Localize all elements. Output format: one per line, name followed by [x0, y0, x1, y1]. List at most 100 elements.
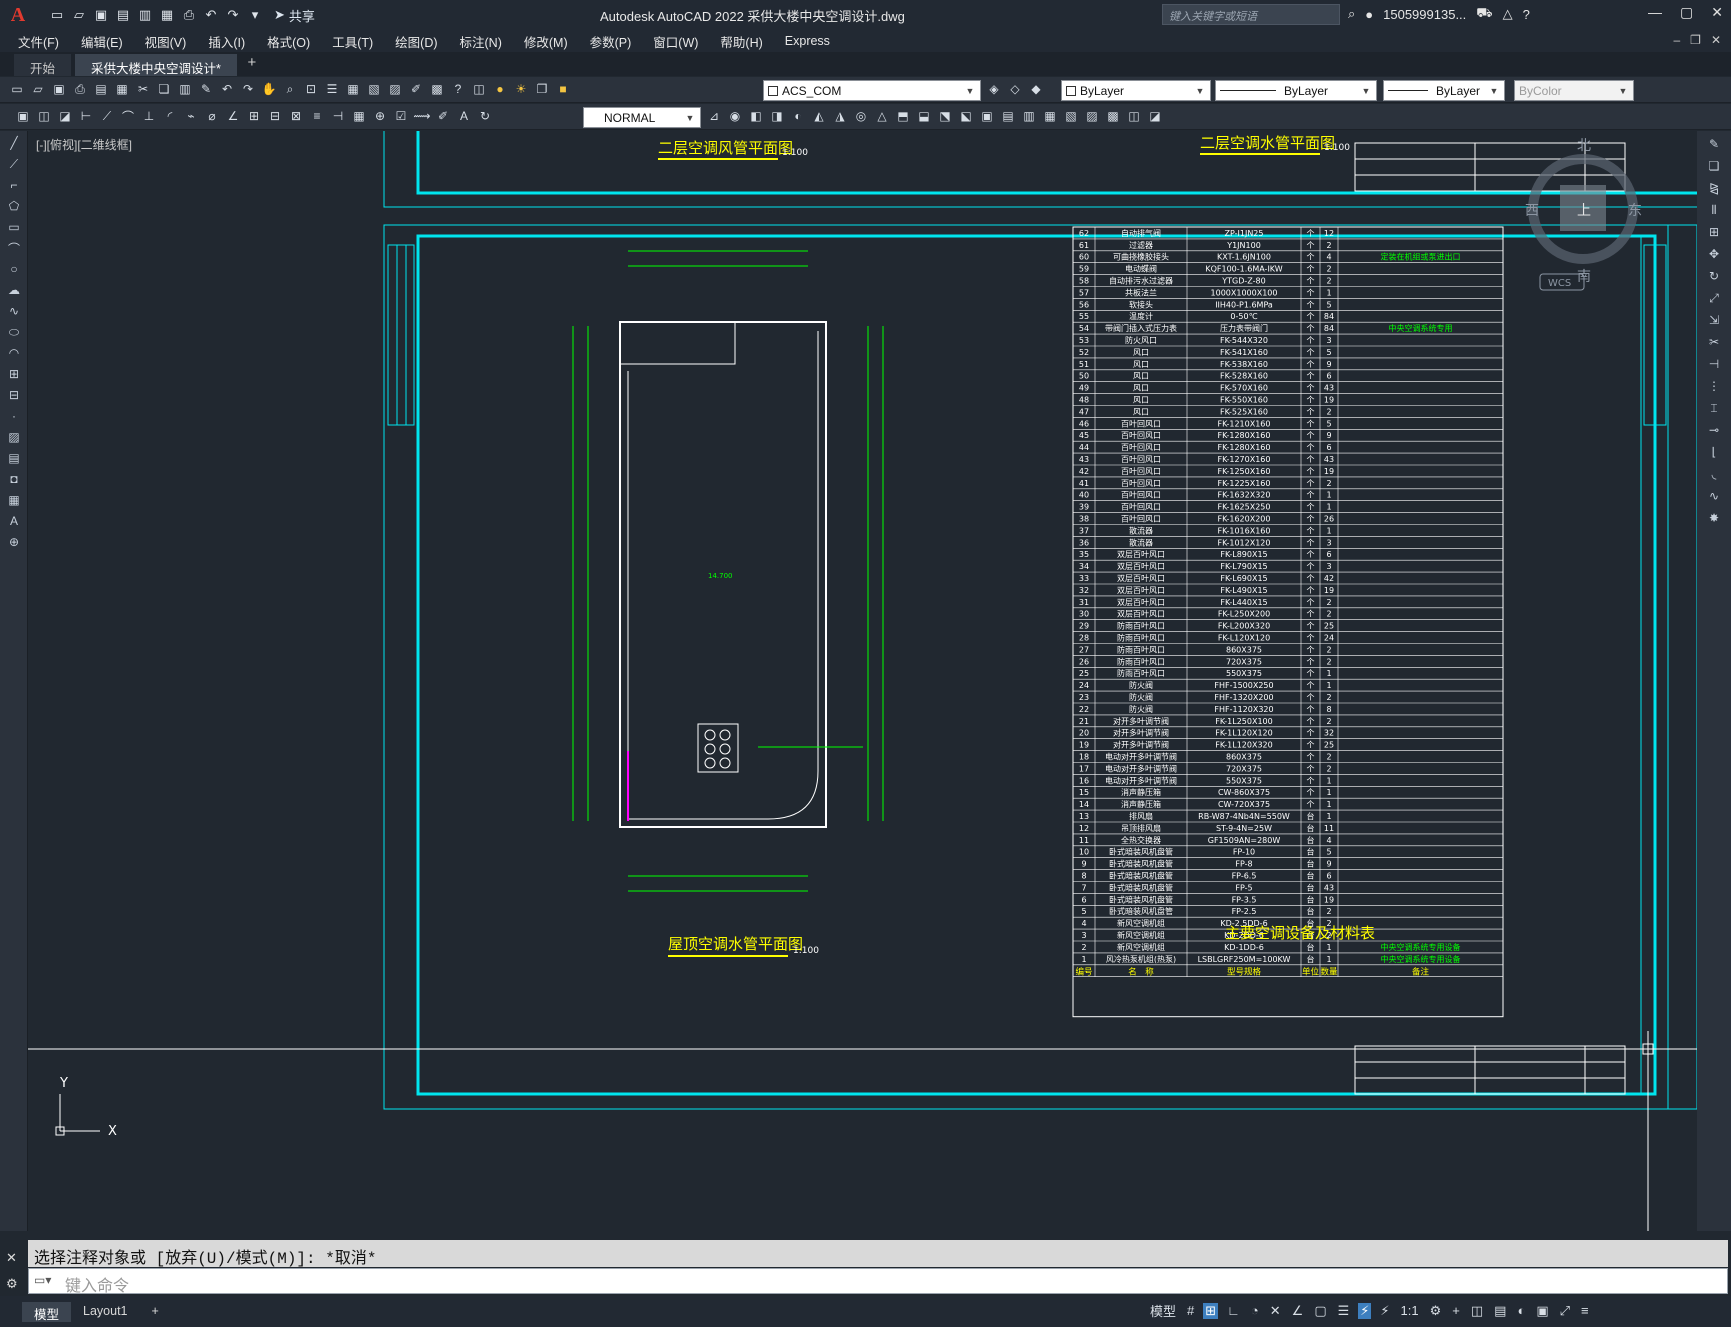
- break-point-icon[interactable]: ⋮: [1705, 377, 1723, 395]
- grid-icon[interactable]: #: [1185, 1303, 1196, 1318]
- undo-icon[interactable]: ↶: [218, 80, 236, 98]
- dim-update-icon[interactable]: ↻: [476, 107, 494, 125]
- center-mark-icon[interactable]: ⊕: [371, 107, 389, 125]
- layer-dropdown[interactable]: ACS_COM ▼: [763, 80, 981, 101]
- close-cmd-icon[interactable]: ✕: [6, 1250, 17, 1266]
- hatch-icon[interactable]: ▨: [5, 428, 23, 446]
- snap-icon[interactable]: ⊞: [1203, 1302, 1219, 1319]
- layer-state-icon[interactable]: ◆: [1027, 80, 1045, 98]
- auto-scale-icon[interactable]: ⚡: [1378, 1303, 1391, 1319]
- sheet-set-icon[interactable]: ▨: [386, 80, 404, 98]
- rectangle-icon[interactable]: ▭: [5, 218, 23, 236]
- tool-palette-icon[interactable]: ▧: [365, 80, 383, 98]
- doc-restore-icon[interactable]: ❐: [1690, 33, 1701, 47]
- polyline-icon[interactable]: ⌐: [5, 176, 23, 194]
- user-icon[interactable]: ●: [1365, 7, 1373, 22]
- hardware-accel-icon[interactable]: ▣: [1534, 1303, 1550, 1319]
- jogged-linear-icon[interactable]: ⟿: [413, 107, 431, 125]
- join-icon[interactable]: ⊸: [1705, 421, 1723, 439]
- layout-tab-layout1[interactable]: Layout1: [71, 1302, 139, 1322]
- add-selected-icon[interactable]: ⊕: [5, 533, 23, 551]
- cone-icon[interactable]: ◭: [810, 107, 828, 125]
- dim-edit-icon[interactable]: ✐: [434, 107, 452, 125]
- layer-tools-icon[interactable]: ◪: [56, 107, 74, 125]
- spline-icon[interactable]: ∿: [5, 302, 23, 320]
- osnap-icon[interactable]: ✕: [1268, 1303, 1283, 1319]
- blend-icon[interactable]: ∿: [1705, 487, 1723, 505]
- inspection-icon[interactable]: ☑: [392, 107, 410, 125]
- menu-item[interactable]: 视图(V): [145, 32, 187, 51]
- diameter-dim-icon[interactable]: ⌀: [203, 107, 221, 125]
- color-dropdown[interactable]: ByLayer ▼: [1061, 80, 1211, 101]
- autocad-logo[interactable]: A: [0, 0, 36, 30]
- recent-commands-icon[interactable]: ▭▾: [34, 1273, 51, 1287]
- array-icon[interactable]: ⊞: [1705, 223, 1723, 241]
- text-style-dropdown[interactable]: NORMAL ▼: [583, 107, 701, 128]
- markup-icon[interactable]: ✐: [407, 80, 425, 98]
- mtext-icon[interactable]: A: [5, 512, 23, 530]
- print-icon[interactable]: ⎙: [180, 6, 198, 24]
- minimize-icon[interactable]: —: [1648, 4, 1662, 21]
- erase-icon[interactable]: ✎: [1705, 135, 1723, 153]
- model-space-button[interactable]: 模型: [1148, 1301, 1178, 1320]
- radius-dim-icon[interactable]: ◜: [161, 107, 179, 125]
- isolate-icon[interactable]: ◐: [1515, 1303, 1527, 1318]
- menu-item[interactable]: 工具(T): [332, 32, 373, 51]
- tab-current-drawing[interactable]: 采供大楼中央空调设计*: [75, 54, 237, 76]
- slice-icon[interactable]: ▦: [1041, 107, 1059, 125]
- menu-item[interactable]: 窗口(W): [653, 32, 698, 51]
- point-icon[interactable]: ·: [5, 407, 23, 425]
- paste-icon[interactable]: ▥: [176, 80, 194, 98]
- save-icon[interactable]: ▣: [50, 80, 68, 98]
- open-icon[interactable]: ▱: [29, 80, 47, 98]
- dim-space-icon[interactable]: ≡: [308, 107, 326, 125]
- aligned-dim-icon[interactable]: ⟋: [98, 107, 116, 125]
- make-block-icon[interactable]: ⊟: [5, 386, 23, 404]
- zoom-window-icon[interactable]: ⊡: [302, 80, 320, 98]
- new-tab-icon[interactable]: +: [241, 54, 263, 76]
- model-space-canvas[interactable]: 二层空调风管平面图 1:100 二层空调水管平面图 1:100 14.700 屋…: [28, 131, 1697, 1231]
- annotation-visibility-icon[interactable]: ⚡: [1358, 1302, 1372, 1319]
- share-button[interactable]: ➤ 共享: [274, 6, 315, 25]
- menu-item[interactable]: 绘图(D): [395, 32, 437, 51]
- undo-icon[interactable]: ↶: [202, 6, 220, 24]
- ortho-icon[interactable]: ∟: [1225, 1303, 1242, 1318]
- doc-minimize-icon[interactable]: –: [1673, 33, 1680, 47]
- jogged-dim-icon[interactable]: ⌁: [182, 107, 200, 125]
- publish-icon[interactable]: ▦: [113, 80, 131, 98]
- cut-icon[interactable]: ✂: [134, 80, 152, 98]
- doc-close-icon[interactable]: ✕: [1711, 33, 1721, 47]
- publish-icon[interactable]: ▦: [158, 6, 176, 24]
- search-icon[interactable]: ⌕: [1348, 6, 1355, 22]
- save-icon[interactable]: ▣: [92, 6, 110, 24]
- dim-break-icon[interactable]: ⊣: [329, 107, 347, 125]
- otrack-icon[interactable]: ∠: [1290, 1303, 1306, 1319]
- angular-dim-icon[interactable]: ∠: [224, 107, 242, 125]
- design-center-icon[interactable]: ▦: [344, 80, 362, 98]
- cart-icon[interactable]: ⛟: [1476, 5, 1492, 23]
- qnew-icon[interactable]: ▭: [8, 80, 26, 98]
- layer-previous-icon[interactable]: ◇: [1006, 80, 1024, 98]
- 3d-orbit-icon[interactable]: ◉: [726, 107, 744, 125]
- box-icon[interactable]: ◧: [747, 107, 765, 125]
- zoom-icon[interactable]: ⌕: [281, 80, 299, 98]
- trim-icon[interactable]: ✂: [1705, 333, 1723, 351]
- layer-icon[interactable]: ◫: [35, 107, 53, 125]
- rotate-icon[interactable]: ↻: [1705, 267, 1723, 285]
- polar-icon[interactable]: ◔: [1249, 1303, 1261, 1318]
- a360-icon[interactable]: △: [1503, 6, 1513, 22]
- save-as-icon[interactable]: ▤: [114, 6, 132, 24]
- preview-icon[interactable]: ▤: [92, 80, 110, 98]
- workspace-icon[interactable]: ▣: [14, 107, 32, 125]
- ellipse-arc-icon[interactable]: ◠: [5, 344, 23, 362]
- sphere-icon[interactable]: ◐: [789, 107, 807, 125]
- gradient-icon[interactable]: ▤: [5, 449, 23, 467]
- annotation-monitor-icon[interactable]: +: [1450, 1303, 1462, 1318]
- fillet-icon[interactable]: ◟: [1705, 465, 1723, 483]
- redo-icon[interactable]: ↷: [224, 6, 242, 24]
- dim-style-icon[interactable]: ⊿: [705, 107, 723, 125]
- plot-icon[interactable]: ⎙: [71, 80, 89, 98]
- annotation-scale[interactable]: 1:1: [1399, 1303, 1421, 1318]
- user-name[interactable]: 1505999135...: [1383, 7, 1466, 22]
- add-layout-icon[interactable]: +: [140, 1302, 171, 1322]
